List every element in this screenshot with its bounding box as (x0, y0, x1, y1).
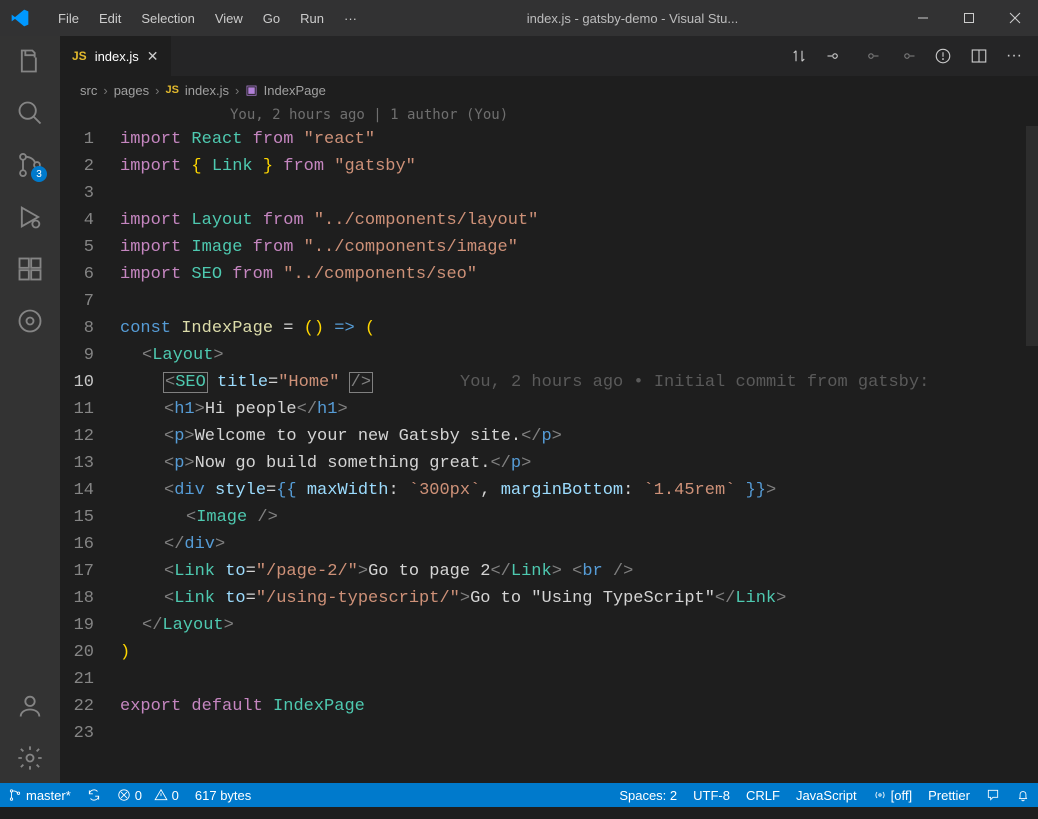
symbol-icon: ▣ (245, 82, 257, 98)
line-number: 6 (60, 261, 120, 288)
extensions-icon[interactable] (15, 254, 45, 284)
scm-badge: 3 (31, 166, 47, 182)
window-controls (900, 0, 1038, 36)
line-number: 13 (60, 450, 120, 477)
breadcrumb-file[interactable]: index.js (185, 83, 229, 98)
editor-group: JS index.js ✕ ··· src › pages › JS index… (60, 36, 1038, 783)
scrollbar-thumb[interactable] (1026, 126, 1038, 346)
status-branch[interactable]: master* (0, 783, 79, 807)
line-number: 11 (60, 396, 120, 423)
line-number: 2 (60, 153, 120, 180)
menu-run[interactable]: Run (292, 5, 332, 32)
minimize-button[interactable] (900, 0, 946, 36)
breadcrumb[interactable]: src › pages › JS index.js › ▣ IndexPage (60, 76, 1038, 104)
activity-bar: 3 (0, 36, 60, 783)
line-number: 4 (60, 207, 120, 234)
titlebar: File Edit Selection View Go Run ··· inde… (0, 0, 1038, 36)
chevron-right-icon: › (103, 83, 107, 98)
js-file-icon: JS (72, 49, 87, 63)
menu-bar: File Edit Selection View Go Run ··· (40, 5, 365, 32)
codelens-authors[interactable]: You, 2 hours ago | 1 author (You) (60, 104, 1038, 126)
revision-nav-icon[interactable] (898, 47, 916, 65)
toggle-annotations-icon[interactable] (934, 47, 952, 65)
breadcrumb-pages[interactable]: pages (114, 83, 149, 98)
line-number: 7 (60, 288, 120, 315)
menu-selection[interactable]: Selection (133, 5, 202, 32)
status-filesize[interactable]: 617 bytes (187, 783, 259, 807)
compare-changes-icon[interactable] (790, 47, 808, 65)
line-number: 12 (60, 423, 120, 450)
line-number: 23 (60, 720, 120, 747)
chevron-right-icon: › (235, 83, 239, 98)
prev-change-icon[interactable] (826, 47, 844, 65)
line-number: 10 (60, 369, 120, 396)
line-number: 19 (60, 612, 120, 639)
line-number: 5 (60, 234, 120, 261)
line-number: 18 (60, 585, 120, 612)
status-language[interactable]: JavaScript (788, 788, 865, 803)
status-sync[interactable] (79, 783, 109, 807)
gitlens-annotation: You, 2 hours ago • Initial commit from g… (460, 369, 929, 396)
menu-go[interactable]: Go (255, 5, 288, 32)
js-file-icon: JS (165, 84, 178, 96)
window-title: index.js - gatsby-demo - Visual Stu... (365, 11, 900, 26)
accounts-icon[interactable] (15, 691, 45, 721)
breadcrumb-symbol[interactable]: IndexPage (264, 83, 326, 98)
menu-edit[interactable]: Edit (91, 5, 129, 32)
source-control-icon[interactable]: 3 (15, 150, 45, 180)
split-editor-icon[interactable] (970, 47, 988, 65)
close-button[interactable] (992, 0, 1038, 36)
chevron-right-icon: › (155, 83, 159, 98)
status-go-live[interactable]: [off] (865, 788, 920, 803)
status-encoding[interactable]: UTF-8 (685, 788, 738, 803)
menu-file[interactable]: File (50, 5, 87, 32)
tab-index-js[interactable]: JS index.js ✕ (60, 36, 172, 76)
line-number: 16 (60, 531, 120, 558)
explorer-icon[interactable] (15, 46, 45, 76)
line-number: 22 (60, 693, 120, 720)
tab-bar: JS index.js ✕ ··· (60, 36, 1038, 76)
status-spaces[interactable]: Spaces: 2 (611, 788, 685, 803)
code-editor[interactable]: 1import React from "react" 2import { Lin… (60, 126, 1038, 783)
tab-close-icon[interactable]: ✕ (147, 48, 159, 65)
scrollbar[interactable] (1026, 126, 1038, 783)
tab-label: index.js (95, 49, 139, 64)
run-debug-icon[interactable] (15, 202, 45, 232)
line-number: 17 (60, 558, 120, 585)
breadcrumb-src[interactable]: src (80, 83, 97, 98)
line-number: 14 (60, 477, 120, 504)
maximize-button[interactable] (946, 0, 992, 36)
vscode-icon (10, 8, 30, 28)
line-number: 8 (60, 315, 120, 342)
menu-view[interactable]: View (207, 5, 251, 32)
line-number: 21 (60, 666, 120, 693)
line-number: 15 (60, 504, 120, 531)
status-bar: master* 0 0 617 bytes Spaces: 2 UTF-8 CR… (0, 783, 1038, 807)
line-number: 1 (60, 126, 120, 153)
status-prettier[interactable]: Prettier (920, 788, 978, 803)
more-actions-icon[interactable]: ··· (1006, 47, 1022, 65)
status-problems[interactable]: 0 0 (109, 783, 187, 807)
settings-icon[interactable] (15, 743, 45, 773)
status-eol[interactable]: CRLF (738, 788, 788, 803)
status-feedback-icon[interactable] (978, 788, 1008, 802)
gitlens-icon[interactable] (15, 306, 45, 336)
search-icon[interactable] (15, 98, 45, 128)
line-number: 9 (60, 342, 120, 369)
line-number: 3 (60, 180, 120, 207)
menu-more[interactable]: ··· (336, 5, 365, 32)
line-number: 20 (60, 639, 120, 666)
next-change-icon[interactable] (862, 47, 880, 65)
status-bell-icon[interactable] (1008, 788, 1038, 802)
